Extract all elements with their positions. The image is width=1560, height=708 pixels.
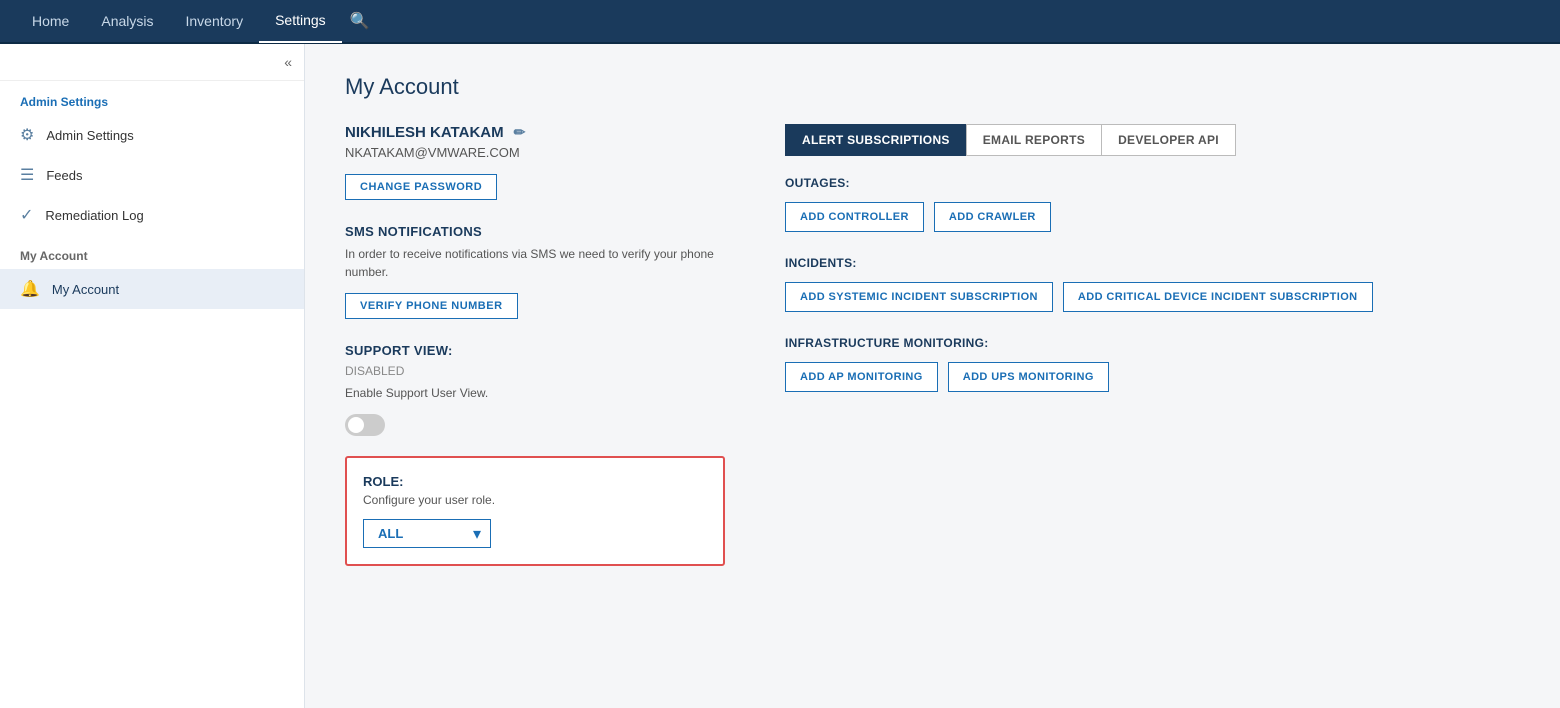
tab-email-reports[interactable]: EMAIL REPORTS <box>966 124 1102 156</box>
sidebar-collapse-button[interactable]: « <box>284 54 292 70</box>
sidebar: « Admin Settings ⚙ Admin Settings ☰ Feed… <box>0 44 305 708</box>
support-view-status: DISABLED <box>345 364 725 378</box>
sidebar-item-label: Admin Settings <box>46 128 133 143</box>
sidebar-item-my-account[interactable]: 🔔 My Account <box>0 269 304 309</box>
sidebar-item-label: My Account <box>52 282 119 297</box>
outages-label: OUTAGES: <box>785 176 1520 190</box>
nav-item-analysis[interactable]: Analysis <box>85 0 169 43</box>
add-ups-monitoring-button[interactable]: ADD UPS MONITORING <box>948 362 1109 392</box>
my-account-section-label: My Account <box>0 235 304 269</box>
content-grid: NIKHILESH KATAKAM ✏ NKATAKAM@VMWARE.COM … <box>345 124 1520 566</box>
main-content: My Account NIKHILESH KATAKAM ✏ NKATAKAM@… <box>305 44 1560 708</box>
subscription-tabs: ALERT SUBSCRIPTIONS EMAIL REPORTS DEVELO… <box>785 124 1520 156</box>
support-view-desc: Enable Support User View. <box>345 384 725 402</box>
support-view-toggle[interactable] <box>345 414 385 436</box>
edit-icon[interactable]: ✏ <box>514 124 526 141</box>
right-panel: ALERT SUBSCRIPTIONS EMAIL REPORTS DEVELO… <box>785 124 1520 416</box>
verify-phone-button[interactable]: VERIFY PHONE NUMBER <box>345 293 518 319</box>
sms-section-heading: SMS NOTIFICATIONS <box>345 224 725 239</box>
app-layout: « Admin Settings ⚙ Admin Settings ☰ Feed… <box>0 44 1560 708</box>
search-icon[interactable]: 🔍 <box>350 11 370 31</box>
add-crawler-button[interactable]: ADD CRAWLER <box>934 202 1051 232</box>
support-view-toggle-container <box>345 414 725 436</box>
admin-settings-section-label: Admin Settings <box>0 81 304 115</box>
role-select[interactable]: ALL ADMIN READ ONLY <box>363 519 491 548</box>
sidebar-item-admin-settings[interactable]: ⚙ Admin Settings <box>0 115 304 155</box>
sidebar-item-label: Feeds <box>46 168 82 183</box>
add-critical-device-incident-button[interactable]: ADD CRITICAL DEVICE INCIDENT SUBSCRIPTIO… <box>1063 282 1373 312</box>
incidents-btn-group: ADD SYSTEMIC INCIDENT SUBSCRIPTION ADD C… <box>785 282 1520 312</box>
gear-icon: ⚙ <box>20 125 34 145</box>
sidebar-collapse-area: « <box>0 44 304 81</box>
top-navigation: Home Analysis Inventory Settings 🔍 <box>0 0 1560 44</box>
nav-item-inventory[interactable]: Inventory <box>170 0 260 43</box>
support-view-heading: SUPPORT VIEW: <box>345 343 725 358</box>
user-name-text: NIKHILESH KATAKAM <box>345 124 504 141</box>
role-label: ROLE: <box>363 474 707 489</box>
tab-developer-api[interactable]: DEVELOPER API <box>1102 124 1236 156</box>
user-email: NKATAKAM@VMWARE.COM <box>345 145 725 160</box>
bell-icon: 🔔 <box>20 279 40 299</box>
sidebar-item-remediation-log[interactable]: ✓ Remediation Log <box>0 195 304 235</box>
add-systemic-incident-button[interactable]: ADD SYSTEMIC INCIDENT SUBSCRIPTION <box>785 282 1053 312</box>
nav-item-home[interactable]: Home <box>16 0 85 43</box>
role-box: ROLE: Configure your user role. ALL ADMI… <box>345 456 725 566</box>
sidebar-item-feeds[interactable]: ☰ Feeds <box>0 155 304 195</box>
check-icon: ✓ <box>20 205 33 225</box>
sms-description: In order to receive notifications via SM… <box>345 245 725 281</box>
add-ap-monitoring-button[interactable]: ADD AP MONITORING <box>785 362 938 392</box>
user-name-row: NIKHILESH KATAKAM ✏ <box>345 124 725 141</box>
page-title: My Account <box>345 74 1520 100</box>
incidents-label: INCIDENTS: <box>785 256 1520 270</box>
outages-btn-group: ADD CONTROLLER ADD CRAWLER <box>785 202 1520 232</box>
tab-alert-subscriptions[interactable]: ALERT SUBSCRIPTIONS <box>785 124 966 156</box>
feeds-icon: ☰ <box>20 165 34 185</box>
add-controller-button[interactable]: ADD CONTROLLER <box>785 202 924 232</box>
role-description: Configure your user role. <box>363 493 707 507</box>
infra-monitoring-label: INFRASTRUCTURE MONITORING: <box>785 336 1520 350</box>
infra-btn-group: ADD AP MONITORING ADD UPS MONITORING <box>785 362 1520 392</box>
toggle-knob <box>348 417 364 433</box>
sidebar-item-label: Remediation Log <box>45 208 143 223</box>
role-select-wrapper: ALL ADMIN READ ONLY ▾ <box>363 519 491 548</box>
left-panel: NIKHILESH KATAKAM ✏ NKATAKAM@VMWARE.COM … <box>345 124 725 566</box>
nav-item-settings[interactable]: Settings <box>259 0 342 43</box>
change-password-button[interactable]: CHANGE PASSWORD <box>345 174 497 200</box>
